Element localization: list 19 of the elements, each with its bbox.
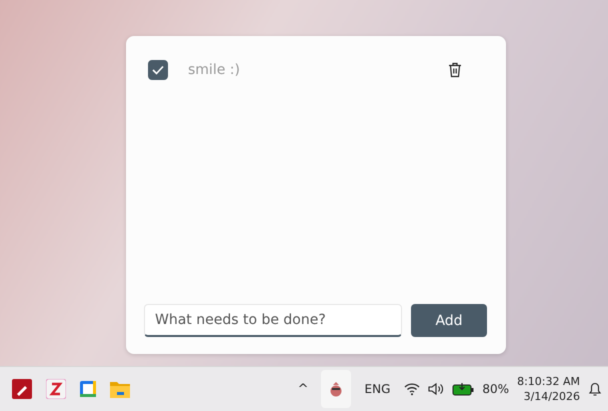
new-todo-field[interactable]: What needs to be done?: [144, 304, 402, 337]
tray-app-button[interactable]: [320, 370, 351, 408]
trash-icon[interactable]: [448, 62, 462, 78]
battery-icon[interactable]: [452, 382, 474, 396]
wifi-icon[interactable]: [404, 382, 420, 396]
add-button[interactable]: Add: [411, 304, 487, 337]
todo-text: smile :): [188, 62, 241, 78]
z-app-icon[interactable]: [46, 379, 66, 399]
speaker-icon[interactable]: [428, 382, 444, 396]
calendar-icon[interactable]: [80, 381, 96, 397]
clock-time[interactable]: 8:10:32 AM: [517, 374, 580, 389]
bell-icon[interactable]: [588, 381, 602, 397]
tray-caret[interactable]: ^: [298, 382, 309, 396]
battery-percent: 80%: [482, 382, 510, 396]
checkbox[interactable]: [148, 60, 168, 80]
check-icon: [152, 65, 164, 75]
folder-icon[interactable]: [110, 380, 130, 398]
clock-date[interactable]: 3/14/2026: [524, 389, 580, 404]
language-indicator[interactable]: ENG: [364, 382, 390, 396]
